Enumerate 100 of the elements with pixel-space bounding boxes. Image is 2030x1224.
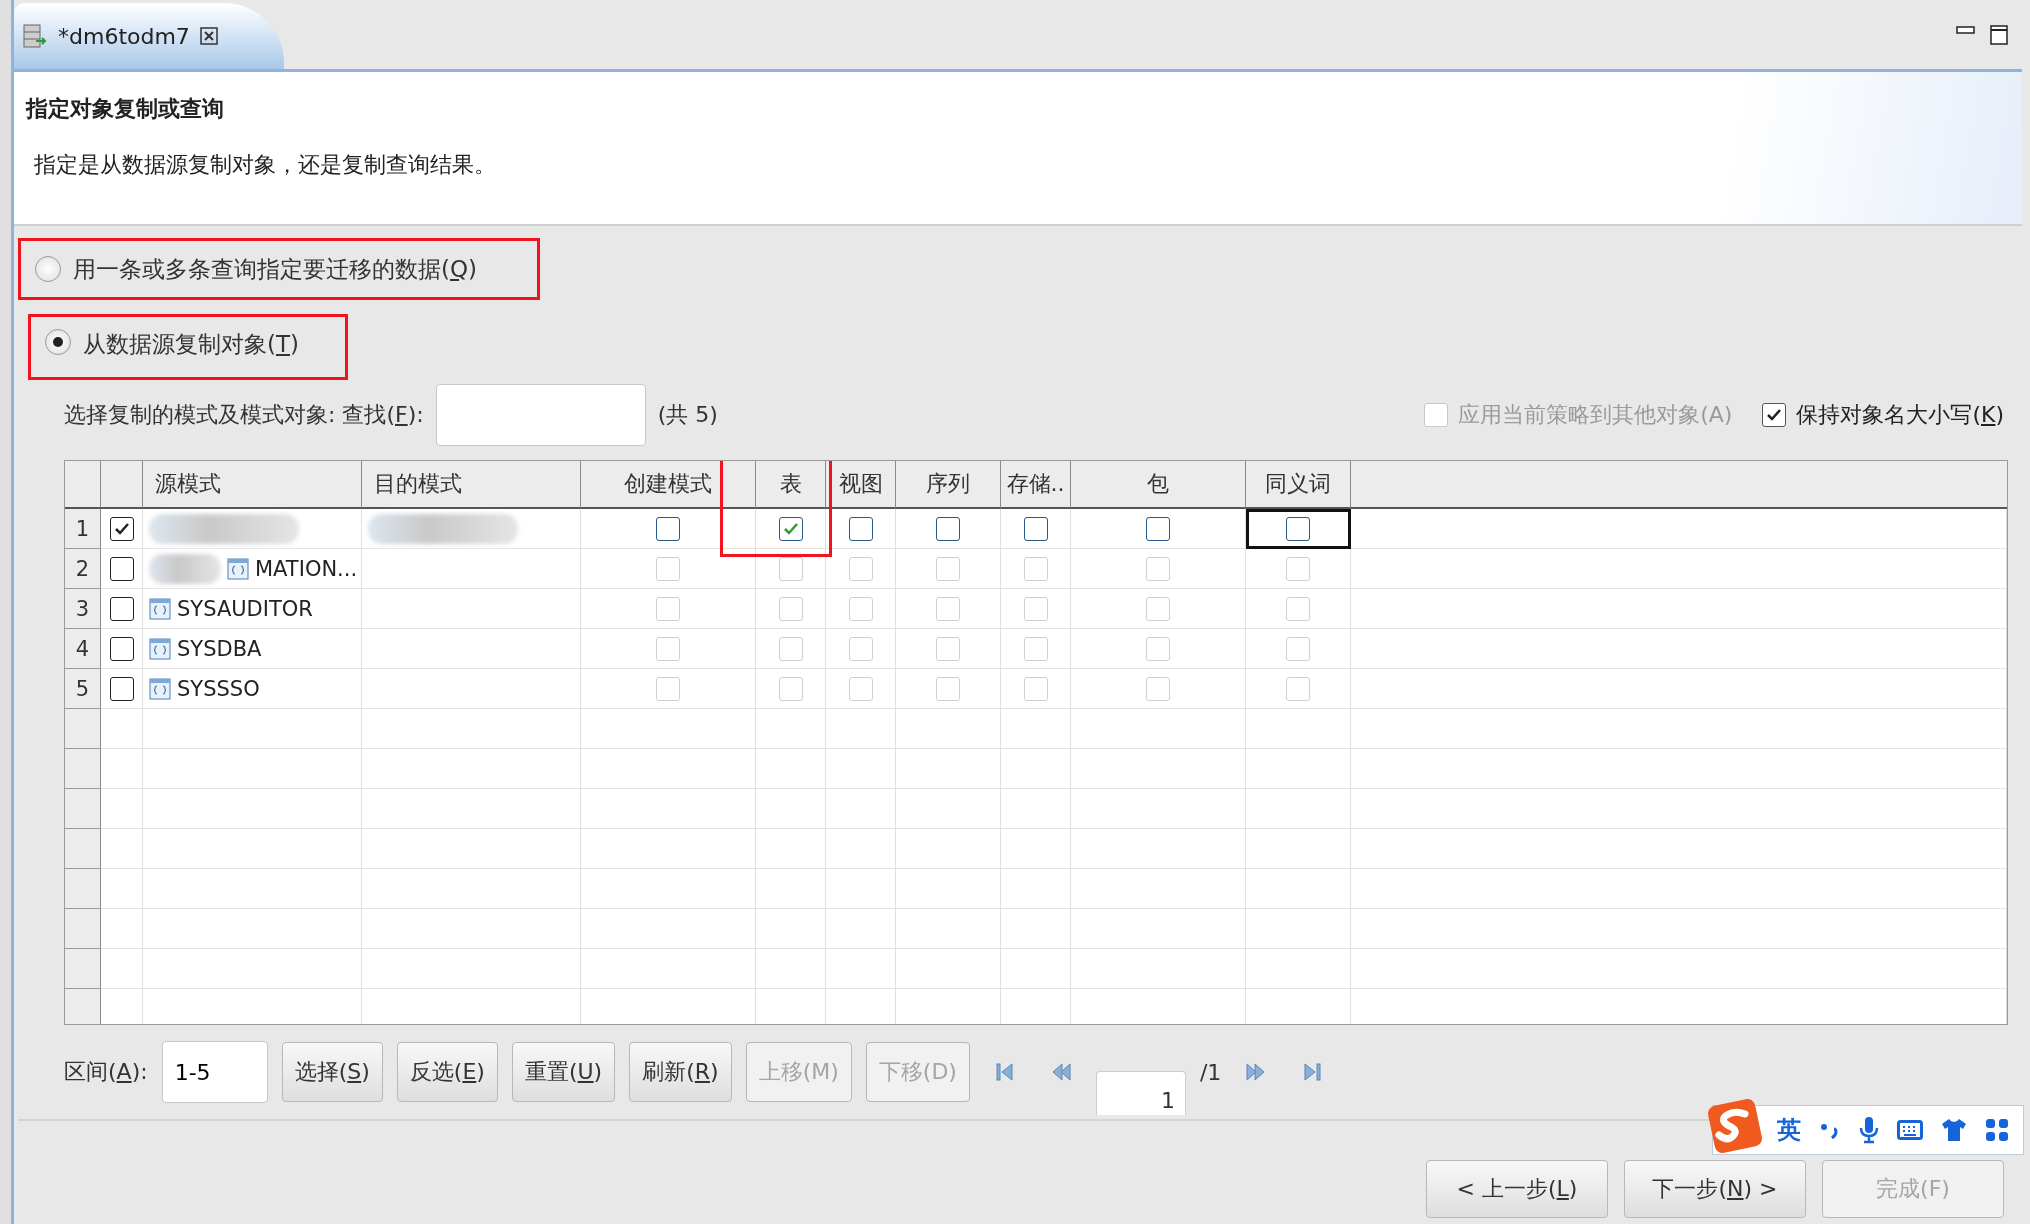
table-cell[interactable] — [1001, 589, 1071, 629]
table-cell — [101, 789, 143, 829]
page-field[interactable]: 1 — [1095, 1071, 1186, 1115]
row-checkbox[interactable] — [109, 596, 134, 621]
table-cell — [826, 869, 896, 909]
row-number: 4 — [65, 629, 101, 669]
table-cell — [101, 949, 143, 989]
table-cell[interactable] — [1246, 669, 1351, 709]
last-page-icon[interactable] — [1301, 1061, 1324, 1083]
column-header[interactable]: 源模式 — [143, 461, 362, 509]
table-cell[interactable] — [1001, 509, 1071, 549]
column-header[interactable]: 目的模式 — [362, 461, 581, 509]
microphone-icon[interactable] — [1859, 1116, 1879, 1144]
table-cell[interactable] — [1071, 669, 1246, 709]
row-number — [65, 909, 101, 949]
table-cell[interactable] — [581, 549, 756, 589]
wizard-button[interactable]: 下一步(N) > — [1624, 1160, 1806, 1218]
column-header[interactable]: 同义词 — [1246, 461, 1351, 509]
search-label: 选择复制的模式及模式对象: 查找(F): — [64, 401, 424, 429]
table-cell[interactable] — [826, 509, 896, 549]
checkbox[interactable] — [936, 516, 960, 541]
checkbox[interactable] — [848, 516, 873, 541]
table-cell[interactable] — [1071, 549, 1246, 589]
maximize-icon[interactable] — [1990, 24, 2008, 45]
column-header[interactable]: 创建模式 — [581, 461, 756, 509]
column-header[interactable]: 视图 — [826, 461, 896, 509]
action-button[interactable]: 重置(U) — [511, 1042, 616, 1102]
table-cell[interactable] — [756, 549, 826, 589]
page-description: 指定是从数据源复制对象，还是复制查询结果。 — [33, 151, 496, 179]
table-cell[interactable] — [896, 669, 1001, 709]
column-header[interactable]: 序列 — [896, 461, 1001, 509]
radio-option[interactable]: 从数据源复制对象(T) — [28, 314, 348, 380]
table-cell[interactable] — [896, 509, 1001, 549]
row-checkbox[interactable] — [109, 636, 134, 661]
column-header[interactable]: 表 — [756, 461, 826, 509]
table-cell[interactable] — [756, 629, 826, 669]
table-cell[interactable] — [581, 629, 756, 669]
row-number — [65, 749, 101, 789]
table-cell[interactable] — [1246, 589, 1351, 629]
table-cell — [826, 829, 896, 869]
table-cell[interactable] — [581, 589, 756, 629]
row-number: 5 — [65, 669, 101, 709]
row-checkbox[interactable] — [109, 676, 134, 701]
table-cell[interactable] — [1246, 509, 1351, 549]
table-cell[interactable] — [1001, 629, 1071, 669]
checkbox[interactable] — [1286, 516, 1310, 541]
search-field[interactable] — [435, 384, 646, 446]
table-cell — [756, 909, 826, 949]
table-cell — [826, 709, 896, 749]
wizard-button[interactable]: < 上一步(L) — [1426, 1160, 1608, 1218]
table-cell[interactable] — [1001, 669, 1071, 709]
table-cell[interactable] — [1071, 589, 1246, 629]
row-checkbox[interactable] — [109, 516, 134, 541]
checkbox-option[interactable]: 保持对象名大小写(K) — [1762, 400, 2004, 430]
table-cell[interactable] — [826, 669, 896, 709]
table-cell[interactable] — [756, 509, 826, 549]
radio-option[interactable]: 用一条或多条查询指定要迁移的数据(Q) — [18, 238, 540, 300]
schema-name: SYSAUDITOR — [177, 596, 313, 621]
schema-name: SYSSSO — [177, 676, 260, 701]
shirt-icon[interactable] — [1941, 1118, 1967, 1142]
checkbox[interactable] — [656, 516, 680, 541]
minimize-icon[interactable] — [1956, 24, 1976, 35]
action-button[interactable]: 选择(S) — [281, 1042, 383, 1102]
checkbox[interactable] — [1023, 516, 1048, 541]
range-label: 区间(A): — [64, 1058, 148, 1086]
grid-icon[interactable] — [1985, 1118, 2009, 1142]
table-cell[interactable] — [1246, 549, 1351, 589]
schema-icon — [149, 597, 171, 620]
row-checkbox[interactable] — [109, 556, 134, 581]
range-field[interactable]: 1-5 — [161, 1041, 268, 1103]
editor-tab[interactable]: *dm6todm7 — [14, 3, 284, 69]
row-number: 2 — [65, 549, 101, 589]
table-cell — [826, 749, 896, 789]
close-icon[interactable] — [199, 27, 218, 45]
table-cell[interactable] — [826, 549, 896, 589]
table-cell[interactable] — [896, 589, 1001, 629]
action-button[interactable]: 刷新(R) — [629, 1042, 732, 1102]
action-button[interactable]: 反选(E) — [396, 1042, 498, 1102]
table-cell[interactable] — [896, 549, 1001, 589]
checkbox[interactable] — [778, 516, 803, 541]
column-header[interactable]: 存储.. — [1001, 461, 1071, 509]
table-cell[interactable] — [1246, 629, 1351, 669]
table-cell[interactable] — [1001, 549, 1071, 589]
table-cell[interactable] — [756, 669, 826, 709]
table-cell — [756, 749, 826, 789]
database-icon — [22, 23, 48, 49]
table-cell[interactable] — [756, 589, 826, 629]
table-cell[interactable] — [826, 589, 896, 629]
table-cell[interactable] — [826, 629, 896, 669]
checkbox[interactable] — [1146, 516, 1170, 541]
table-cell[interactable] — [1071, 509, 1246, 549]
table-cell[interactable] — [1071, 629, 1246, 669]
column-header[interactable]: 包 — [1071, 461, 1246, 509]
input-mode[interactable]: 英 — [1777, 1114, 1801, 1146]
first-page-icon[interactable] — [993, 1061, 1016, 1083]
table-cell[interactable] — [896, 629, 1001, 669]
keyboard-icon[interactable] — [1897, 1120, 1923, 1140]
table-cell[interactable] — [581, 509, 756, 549]
table-cell[interactable] — [581, 669, 756, 709]
table-cell — [1001, 909, 1071, 949]
